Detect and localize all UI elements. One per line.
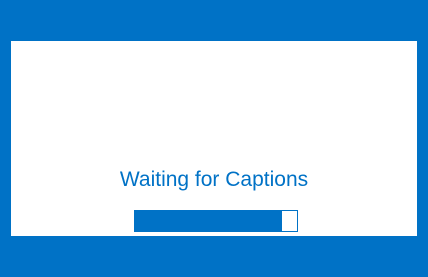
caption-panel: Waiting for Captions xyxy=(11,41,417,236)
progress-fill xyxy=(135,211,283,231)
caption-window: Waiting for Captions xyxy=(0,0,428,277)
status-message: Waiting for Captions xyxy=(119,168,309,191)
progress-bar xyxy=(134,210,298,232)
